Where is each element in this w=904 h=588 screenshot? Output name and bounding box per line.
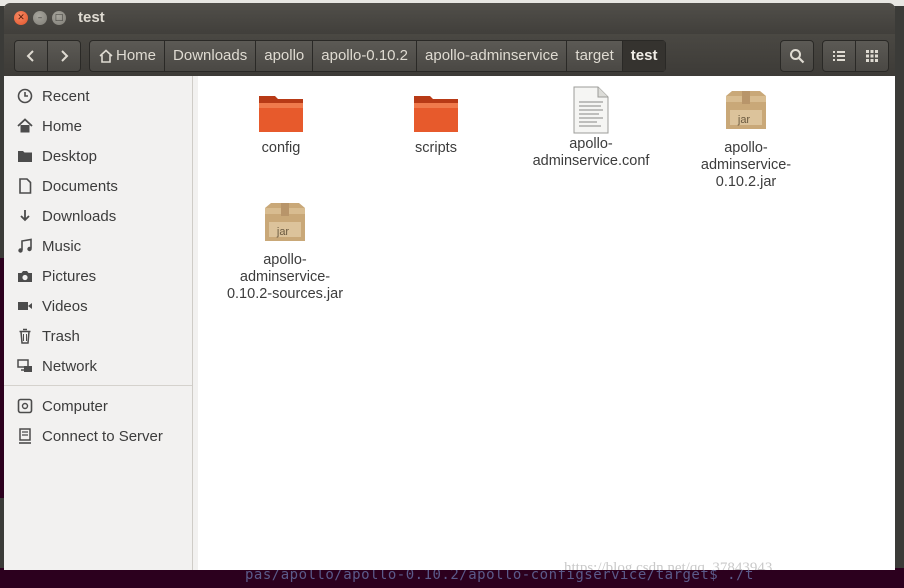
folder-icon [257, 90, 305, 138]
sidebar-item-label: Recent [42, 87, 90, 105]
file-name: apollo-adminservice.conf [532, 136, 650, 169]
list-view-icon [833, 51, 845, 61]
computer-icon [16, 397, 34, 415]
breadcrumb-home[interactable]: Home [90, 41, 164, 71]
sidebar-item-music[interactable]: Music [4, 232, 192, 260]
sidebar-item-network[interactable]: Network [4, 352, 192, 380]
maximize-icon[interactable]: □ [52, 11, 66, 25]
breadcrumb: Home Downloads apollo apollo-0.10.2 apol… [89, 40, 667, 72]
video-icon [16, 297, 34, 315]
sidebar-item-label: Computer [42, 397, 108, 415]
folder-icon [412, 90, 460, 138]
clock-icon [16, 87, 34, 105]
music-icon [16, 237, 34, 255]
search-button[interactable] [781, 41, 813, 71]
grid-view-button[interactable] [855, 41, 888, 71]
file-name: config [261, 140, 301, 156]
file-item-scripts[interactable]: scripts [371, 90, 501, 157]
jar-badge: jar [737, 114, 751, 126]
breadcrumb-target[interactable]: target [566, 41, 621, 71]
sidebar-item-label: Videos [42, 297, 88, 315]
chevron-left-icon [26, 50, 34, 62]
sidebar-item-documents[interactable]: Documents [4, 172, 192, 200]
history-nav [14, 40, 81, 72]
sidebar-item-label: Connect to Server [42, 427, 163, 445]
window-title: test [78, 9, 105, 26]
sidebar-item-home[interactable]: Home [4, 112, 192, 140]
breadcrumb-label: Home [116, 47, 157, 64]
camera-icon [16, 267, 34, 285]
sidebar-item-label: Documents [42, 177, 118, 195]
forward-button[interactable] [47, 41, 80, 71]
sidebar-item-label: Home [42, 117, 83, 135]
file-item-sources-jar[interactable]: jar apollo-adminservice-0.10.2-sources.j… [220, 202, 350, 303]
sidebar-item-desktop[interactable]: Desktop [4, 142, 192, 170]
file-item-config[interactable]: config [216, 90, 346, 157]
back-button[interactable] [15, 41, 47, 71]
close-icon[interactable]: ✕ [14, 11, 28, 25]
jar-badge: jar [276, 226, 290, 238]
document-icon [16, 177, 34, 195]
minimize-icon[interactable]: – [33, 11, 47, 25]
download-icon [16, 207, 34, 225]
sidebar-item-label: Music [42, 237, 82, 255]
sidebar-item-recent[interactable]: Recent [4, 82, 192, 110]
toolbar: Home Downloads apollo apollo-0.10.2 apol… [4, 34, 895, 76]
watermark: https://blog.csdn.net/qq_37843943 [564, 560, 773, 570]
sidebar-item-label: Downloads [42, 207, 117, 225]
breadcrumb-test[interactable]: test [621, 41, 666, 71]
sidebar-item-label: Pictures [42, 267, 97, 285]
file-item-jar[interactable]: jar apollo-adminservice-0.10.2.jar [681, 90, 811, 191]
search-icon [790, 49, 805, 64]
grid-view-icon [866, 50, 878, 62]
file-name: apollo-adminservice-0.10.2.jar [700, 140, 792, 190]
sidebar-item-label: Desktop [42, 147, 98, 165]
sidebar-item-connect-to-server[interactable]: Connect to Server [4, 422, 192, 450]
view-toggle-group [822, 40, 889, 72]
file-item-conf[interactable]: apollo-adminservice.conf [526, 86, 656, 170]
file-view[interactable]: config scripts apollo-adminservice.conf … [198, 76, 895, 570]
breadcrumb-apollo-0-10-2[interactable]: apollo-0.10.2 [312, 41, 416, 71]
search-group [780, 40, 814, 72]
sidebar-item-videos[interactable]: Videos [4, 292, 192, 320]
sidebar: Recent Home Desktop Documents Downloads … [4, 76, 193, 570]
server-icon [16, 427, 34, 445]
home-icon [99, 49, 113, 63]
file-name: scripts [415, 140, 457, 156]
jar-archive-icon: jar [722, 90, 770, 138]
title-bar[interactable]: ✕ – □ test [4, 3, 895, 34]
breadcrumb-apollo-adminservice[interactable]: apollo-adminservice [416, 41, 566, 71]
network-icon [16, 357, 34, 375]
file-name: apollo-adminservice-0.10.2-sources.jar [226, 252, 344, 302]
breadcrumb-apollo[interactable]: apollo [255, 41, 312, 71]
list-view-button[interactable] [823, 41, 855, 71]
text-file-icon [567, 86, 615, 134]
breadcrumb-downloads[interactable]: Downloads [164, 41, 255, 71]
file-manager-window: ✕ – □ test Home Downloads apollo apollo-… [4, 3, 895, 570]
sidebar-divider [4, 385, 192, 386]
jar-archive-icon: jar [261, 202, 309, 250]
chevron-right-icon [61, 50, 69, 62]
sidebar-item-label: Trash [42, 327, 80, 345]
trash-icon [16, 327, 34, 345]
sidebar-item-pictures[interactable]: Pictures [4, 262, 192, 290]
sidebar-item-label: Network [42, 357, 98, 375]
sidebar-item-downloads[interactable]: Downloads [4, 202, 192, 230]
sidebar-item-computer[interactable]: Computer [4, 392, 192, 420]
folder-icon [16, 147, 34, 165]
sidebar-item-trash[interactable]: Trash [4, 322, 192, 350]
home-icon [16, 117, 34, 135]
